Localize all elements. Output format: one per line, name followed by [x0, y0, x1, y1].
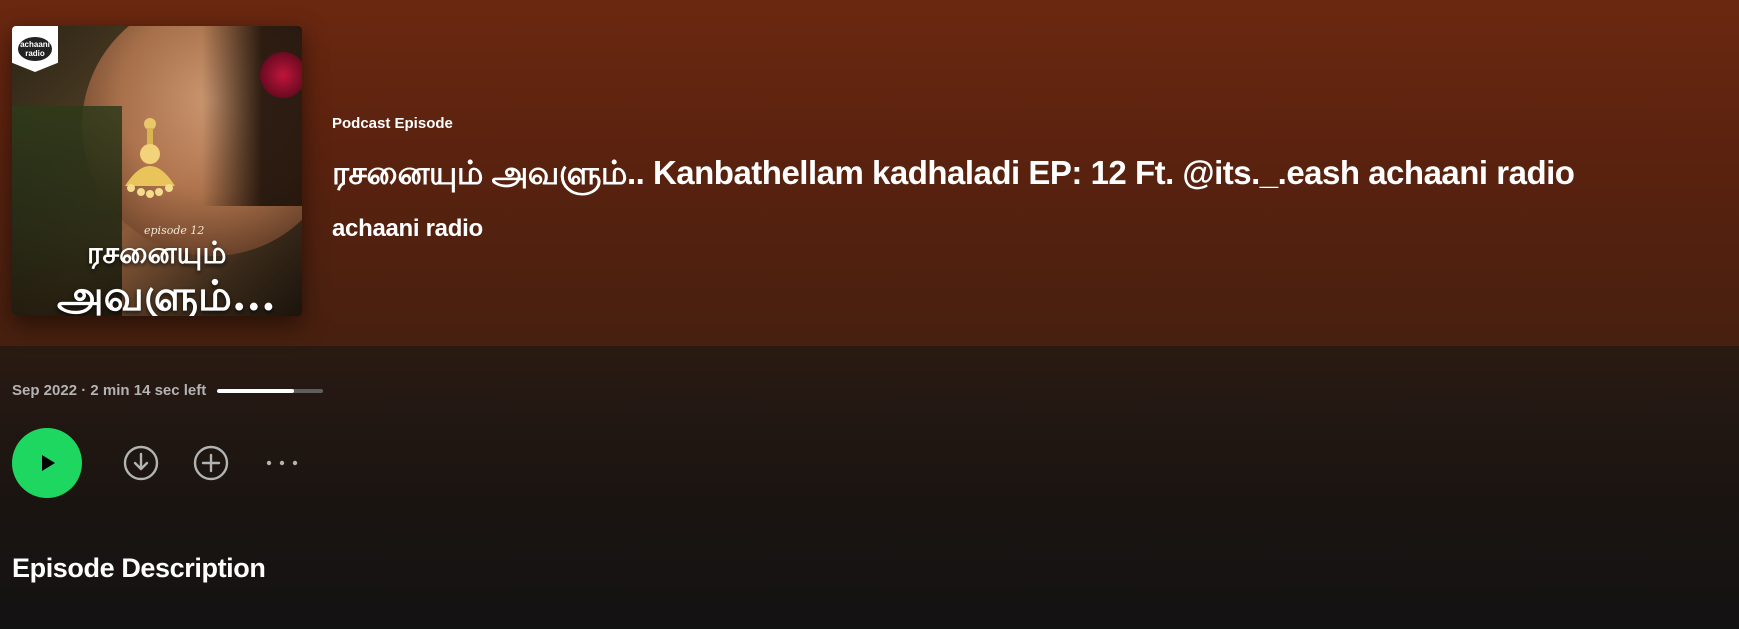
episode-cover-art: achaani radio episode 12 ரசனையும் அவளும்…: [12, 26, 302, 316]
cover-title-line2: அவளும்...: [57, 271, 276, 316]
listen-progress-bar: [217, 388, 324, 393]
download-icon: [123, 445, 159, 481]
cover-logo-right: [260, 52, 302, 98]
episode-title: ரசனையும் அவளும்.. Kanbathellam kadhaladi…: [332, 154, 1575, 191]
add-to-library-button[interactable]: [191, 443, 231, 483]
content-type-label: Podcast Episode: [332, 115, 453, 132]
more-options-button[interactable]: [262, 443, 302, 483]
episode-info: Podcast Episode ரசனையும் அவளும்.. Kanbat…: [332, 115, 1732, 243]
episode-meta: Sep 2022 · 2 min 14 sec left: [12, 382, 324, 399]
date-and-remaining: Sep 2022 · 2 min 14 sec left: [12, 382, 207, 399]
more-icon: [266, 460, 298, 466]
action-bar: [12, 428, 312, 498]
achaani-radio-logo: achaani radio: [12, 26, 58, 72]
play-icon: [42, 455, 55, 471]
earring-graphic: [125, 118, 175, 198]
listen-progress-fill: [217, 388, 294, 393]
play-button[interactable]: [12, 428, 82, 498]
download-button[interactable]: [121, 443, 161, 483]
badge-text: achaani radio: [18, 37, 52, 61]
cover-title-line1: ரசனையும்: [87, 236, 227, 271]
add-icon: [193, 445, 229, 481]
episode-description-heading: Episode Description: [12, 553, 266, 583]
show-name-link[interactable]: achaani radio: [332, 215, 1732, 243]
